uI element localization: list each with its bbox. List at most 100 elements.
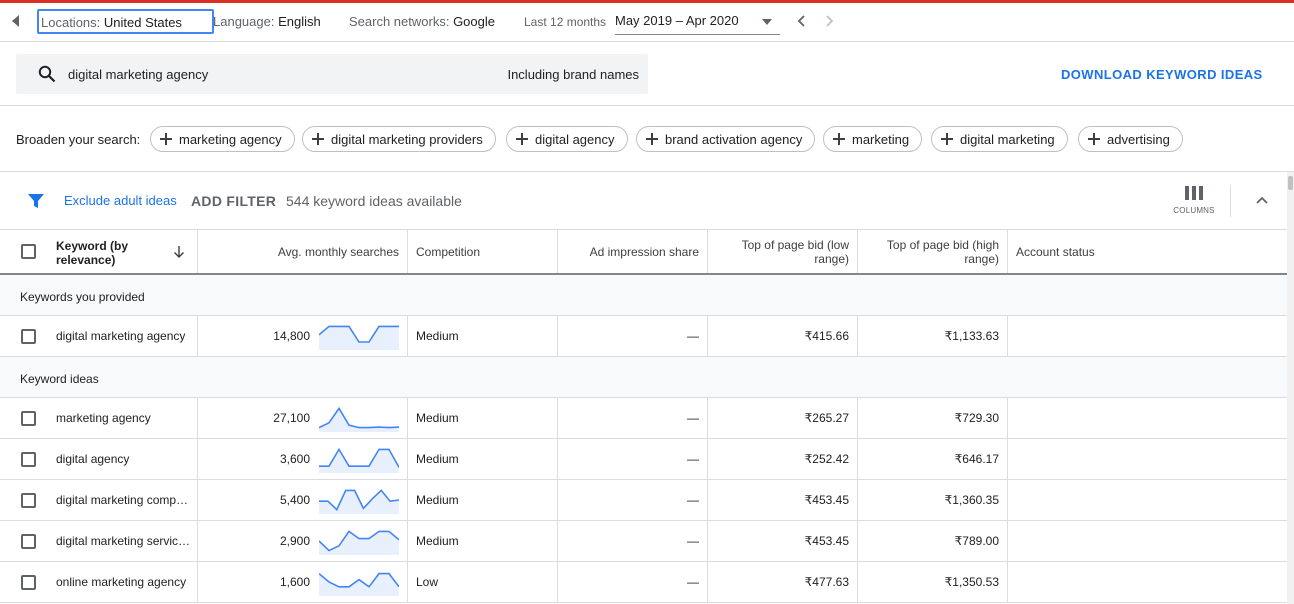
competition-cell: Medium	[408, 521, 558, 561]
keyword-cell: digital marketing comp…	[0, 480, 198, 520]
chip-label: marketing agency	[179, 132, 282, 147]
broaden-chip[interactable]: marketing agency	[150, 126, 295, 152]
header-keyword[interactable]: Keyword (by relevance)	[48, 230, 198, 273]
table-row[interactable]: digital agency 3,600 Medium — ₹252.42 ₹646.17	[0, 439, 1287, 480]
search-query[interactable]: digital marketing agency	[68, 67, 208, 82]
select-all-checkbox[interactable]	[21, 244, 36, 259]
results-toolbar: Exclude adult ideas ADD FILTER 544 keywo…	[0, 172, 1287, 230]
header-bid-low[interactable]: Top of page bid (low range)	[708, 230, 858, 273]
plus-icon	[941, 133, 953, 145]
brand-names-toggle[interactable]: Including brand names	[507, 67, 639, 82]
back-arrow-icon[interactable]	[9, 13, 23, 29]
bid-low-cell: ₹477.63	[708, 562, 858, 602]
exclude-adult-ideas-link[interactable]: Exclude adult ideas	[64, 193, 177, 208]
sparkline-area	[319, 531, 399, 555]
trend-sparkline[interactable]	[319, 486, 399, 514]
table-row[interactable]: digital marketing agency 14,800 Medium — ₹41…	[0, 316, 1287, 357]
sort-arrow-down-icon[interactable]	[173, 245, 185, 259]
header-keyword-label: Keyword (by relevance)	[56, 239, 129, 267]
account-status-cell	[1008, 398, 1287, 438]
account-status-cell	[1008, 439, 1287, 479]
columns-icon	[1185, 186, 1203, 200]
chip-label: digital marketing	[960, 132, 1055, 147]
chip-label: digital marketing providers	[331, 132, 483, 147]
search-icon	[38, 65, 56, 83]
trend-sparkline[interactable]	[319, 404, 399, 432]
trend-sparkline[interactable]	[319, 568, 399, 596]
idea-rows: marketing agency 27,100 Medium — ₹265.27 ₹729…	[0, 398, 1287, 603]
account-status-cell	[1008, 480, 1287, 520]
header-competition[interactable]: Competition	[408, 230, 558, 273]
chip-label: digital agency	[535, 132, 615, 147]
keyword-cell: digital agency	[0, 439, 198, 479]
filter-bar: Locations: United States Language: Engli…	[0, 3, 1294, 42]
impression-cell: —	[558, 398, 708, 438]
trend-sparkline[interactable]	[319, 445, 399, 473]
language-value: English	[278, 14, 321, 29]
keyword-text: marketing agency	[56, 411, 151, 425]
broaden-chip[interactable]: marketing	[823, 126, 923, 152]
add-filter-button[interactable]: ADD FILTER	[191, 193, 276, 209]
chevron-up-icon[interactable]	[1255, 195, 1269, 205]
locations-filter[interactable]: Locations: United States	[37, 9, 214, 34]
broaden-label: Broaden your search:	[16, 132, 141, 147]
networks-label: Search networks:	[349, 14, 450, 29]
bid-low-cell: ₹252.42	[708, 439, 858, 479]
bid-high-cell: ₹1,360.35	[858, 480, 1008, 520]
header-account-status[interactable]: Account status	[1008, 230, 1287, 273]
impression-cell: —	[558, 439, 708, 479]
broaden-chip[interactable]: digital marketing providers	[302, 126, 496, 152]
broaden-search-row: Broaden your search: marketing agency di…	[0, 106, 1294, 172]
table-row[interactable]: online marketing agency 1,600 Low — ₹477.63 ₹…	[0, 562, 1287, 603]
account-status-cell	[1008, 316, 1287, 356]
section-keyword-ideas: Keyword ideas	[0, 357, 1287, 398]
broaden-chip[interactable]: digital marketing	[931, 126, 1068, 152]
plus-icon	[1088, 133, 1100, 145]
table-row[interactable]: digital marketing comp… 5,400 Medium — ₹453.…	[0, 480, 1287, 521]
broaden-chip[interactable]: advertising	[1078, 126, 1183, 152]
previous-period-icon[interactable]	[795, 13, 809, 29]
broaden-chip[interactable]: digital agency	[506, 126, 628, 152]
trend-sparkline[interactable]	[319, 322, 399, 350]
filter-funnel-icon[interactable]	[27, 193, 45, 209]
download-keyword-ideas-button[interactable]: DOWNLOAD KEYWORD IDEAS	[1061, 67, 1263, 82]
table-row[interactable]: digital marketing servic… 2,900 Medium — ₹45…	[0, 521, 1287, 562]
columns-button[interactable]: COLUMNS	[1173, 186, 1215, 222]
trend-sparkline[interactable]	[319, 527, 399, 555]
sparkline-area	[319, 449, 399, 473]
keyword-cell: online marketing agency	[0, 562, 198, 602]
toolbar-divider	[1230, 185, 1231, 217]
account-status-cell	[1008, 521, 1287, 561]
table-row[interactable]: marketing agency 27,100 Medium — ₹265.27 ₹729…	[0, 398, 1287, 439]
plus-icon	[160, 133, 172, 145]
impression-cell: —	[558, 316, 708, 356]
header-searches[interactable]: Avg. monthly searches	[198, 230, 408, 273]
header-bid-high[interactable]: Top of page bid (high range)	[858, 230, 1008, 273]
language-label: Language:	[213, 14, 275, 29]
chip-label: advertising	[1107, 132, 1170, 147]
vertical-scrollbar[interactable]	[1287, 172, 1294, 604]
locations-label: Locations:	[41, 15, 101, 30]
search-row: digital marketing agency Including brand…	[0, 42, 1294, 106]
scrollbar-thumb[interactable]	[1288, 176, 1293, 190]
language-filter[interactable]: Language: English	[213, 14, 321, 29]
section-keywords-provided: Keywords you provided	[0, 275, 1287, 316]
networks-filter[interactable]: Search networks: Google	[349, 14, 495, 29]
bid-low-cell: ₹453.45	[708, 521, 858, 561]
broaden-chip[interactable]: brand activation agency	[636, 126, 816, 152]
bid-high-cell: ₹729.30	[858, 398, 1008, 438]
dropdown-caret-icon	[762, 19, 772, 25]
keyword-cell: digital marketing servic…	[0, 521, 198, 561]
keyword-text: online marketing agency	[56, 575, 187, 589]
plus-icon	[312, 133, 324, 145]
plus-icon	[516, 133, 528, 145]
date-range-select[interactable]: May 2019 – Apr 2020	[615, 10, 780, 35]
bid-low-cell: ₹453.45	[708, 480, 858, 520]
header-impression-share[interactable]: Ad impression share	[558, 230, 708, 273]
table-header: Keyword (by relevance) Avg. monthly sear…	[0, 230, 1287, 275]
competition-cell: Medium	[408, 480, 558, 520]
bid-low-cell: ₹415.66	[708, 316, 858, 356]
keyword-search-box[interactable]: digital marketing agency Including brand…	[16, 54, 648, 94]
chip-label: marketing	[852, 132, 910, 147]
next-period-icon[interactable]	[822, 13, 836, 29]
